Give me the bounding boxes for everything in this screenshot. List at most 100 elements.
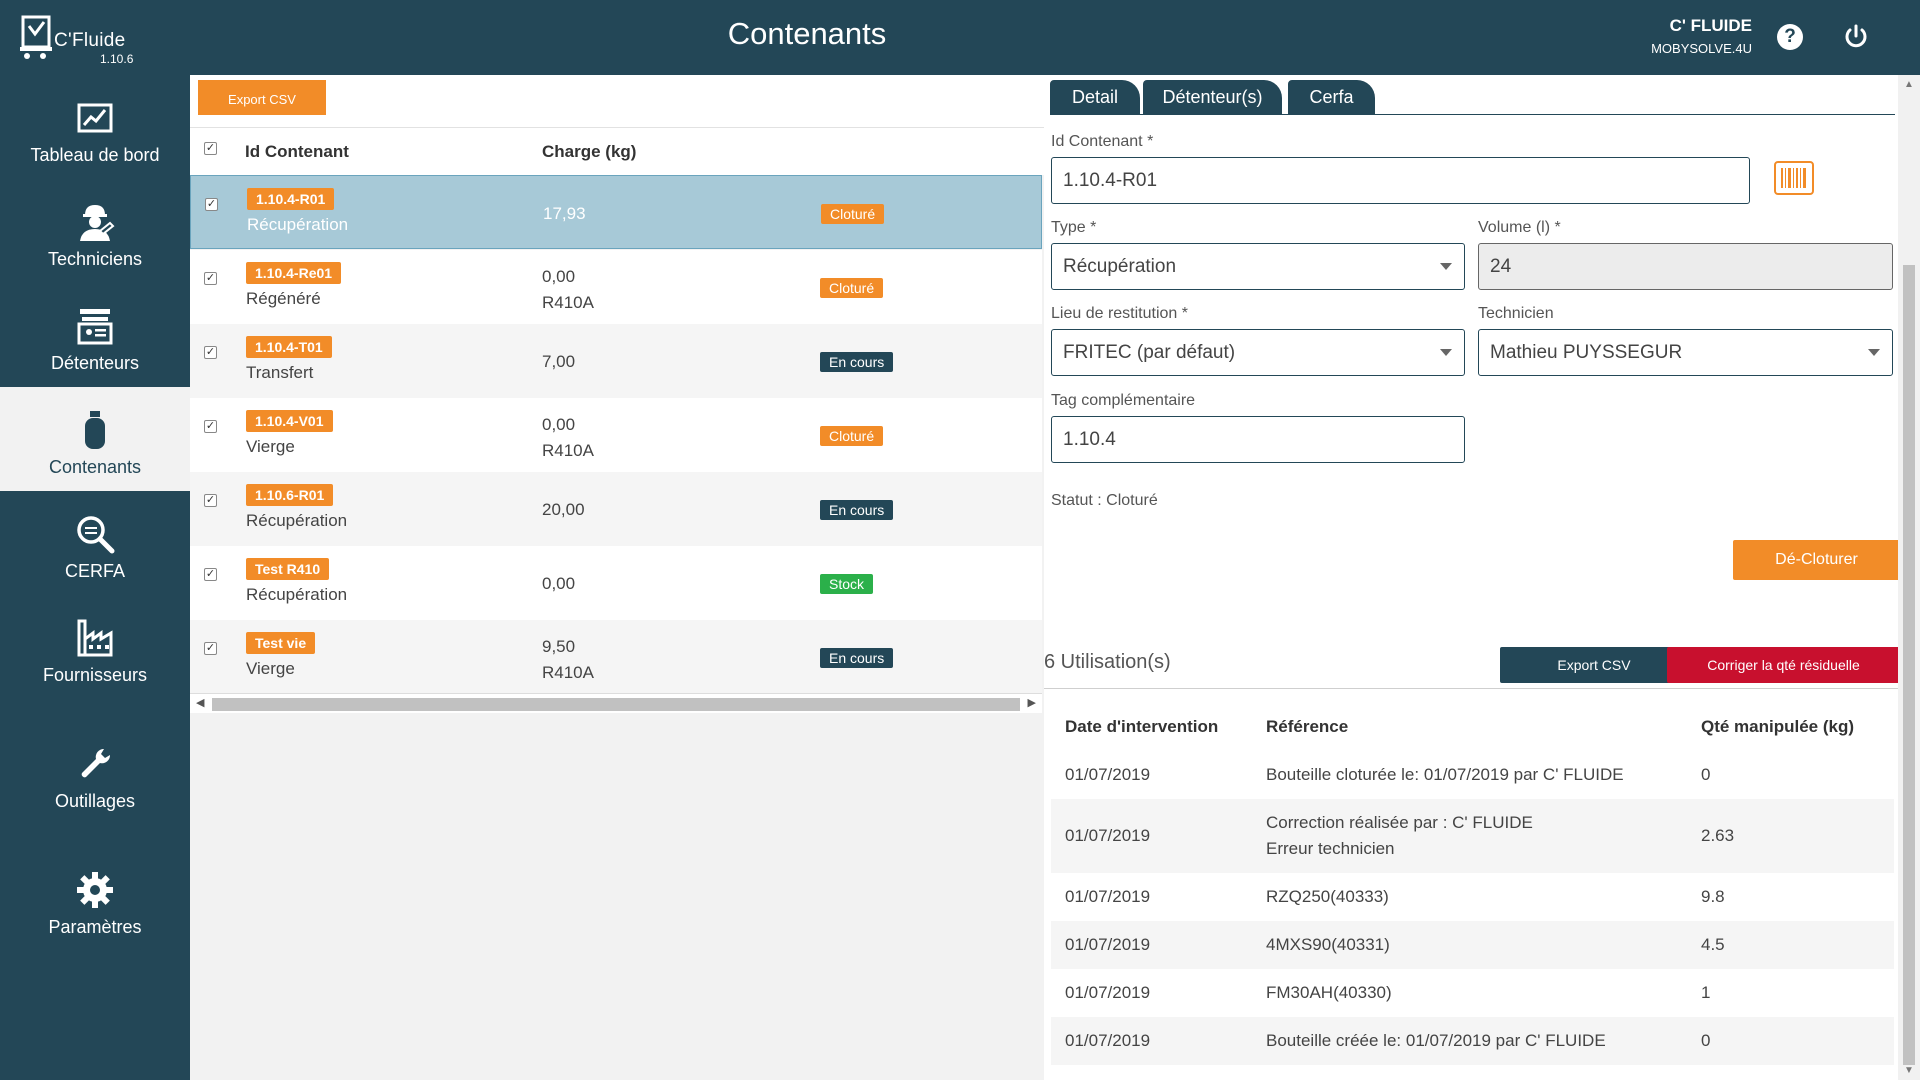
scrollbar-thumb[interactable] [212, 698, 1020, 711]
table-row[interactable]: ✓ Test vie Vierge 9,50 R410A En cours [190, 620, 1042, 694]
reference-line: Erreur technicien [1266, 839, 1395, 858]
statut-text: Statut : Cloturé [1051, 492, 1158, 509]
status-badge: En cours [820, 648, 894, 668]
row-checkbox[interactable]: ✓ [204, 420, 217, 433]
tab-cerfa[interactable]: Cerfa [1288, 80, 1375, 115]
contenant-charge: 17,93 [543, 204, 586, 223]
technician-icon [80, 205, 115, 241]
status-badge: Cloturé [821, 204, 885, 224]
contenant-type: Vierge [246, 437, 295, 456]
table-row[interactable]: 01/07/2019 Bouteille créée le: 01/07/201… [1051, 1017, 1894, 1065]
table-row[interactable]: ✓ 1.10.4-V01 Vierge 0,00 R410A Cloturé [190, 398, 1042, 472]
sidebar-item-detenteurs[interactable]: Détenteurs [0, 283, 190, 387]
table-row[interactable]: 01/07/2019 RZQ250(40333) 9.8 [1051, 873, 1894, 921]
sidebar-item-parametres[interactable]: Paramètres [0, 847, 190, 951]
sidebar-item-contenants[interactable]: Contenants [0, 387, 190, 491]
horizontal-scrollbar[interactable]: ◀ ▶ [190, 693, 1042, 713]
scroll-left-icon[interactable]: ◀ [196, 696, 204, 709]
column-header-id[interactable]: Id Contenant [245, 142, 349, 162]
utilisation-reference: Bouteille créée le: 01/07/2019 par C' FL… [1266, 1031, 1606, 1050]
scrollbar-thumb[interactable] [1903, 265, 1915, 1065]
id-contenant-input[interactable]: 1.10.4-R01 [1051, 157, 1750, 204]
scroll-up-icon[interactable]: ▲ [1904, 79, 1914, 90]
power-icon[interactable] [1842, 23, 1870, 51]
type-select[interactable]: Récupération [1051, 243, 1465, 290]
sidebar-item-tableau-de-bord[interactable]: Tableau de bord [0, 75, 190, 179]
list-header: ✓ Id Contenant Charge (kg) [190, 127, 1044, 175]
sidebar-item-label: Contenants [48, 457, 142, 477]
charge-value: 0,00 [542, 415, 576, 434]
status-badge: En cours [820, 500, 894, 520]
app-header: C'Fluide 1.10.6 Contenants C' FLUIDE MOB… [0, 0, 1920, 75]
barcode-glyph [1781, 168, 1806, 188]
volume-label: Volume (l) * [1478, 219, 1561, 236]
technicien-select[interactable]: Mathieu PUYSSEGUR [1478, 329, 1893, 376]
contenant-id-badge: 1.10.4-Re01 [246, 262, 342, 284]
table-row[interactable]: ✓ 1.10.6-R01 Récupération 20,00 En cours [190, 472, 1042, 546]
utilisations-export-csv-button[interactable]: Export CSV [1500, 647, 1688, 683]
table-row[interactable]: 01/07/2019 4MXS90(40331) 4.5 [1051, 921, 1894, 969]
chart-icon [77, 103, 113, 133]
sidebar-item-label: Techniciens [47, 249, 143, 269]
tab-detenteurs[interactable]: Détenteur(s) [1143, 80, 1282, 115]
contenant-charge: 7,00 [542, 352, 576, 371]
lieu-restitution-select[interactable]: FRITEC (par défaut) [1051, 329, 1465, 376]
contenant-id-badge: 1.10.4-V01 [246, 410, 333, 432]
charge-value: 9,50 [542, 637, 576, 656]
corriger-qte-button[interactable]: Corriger la qté résiduelle [1667, 647, 1900, 683]
sidebar-item-cerfa[interactable]: CERFA [0, 491, 190, 595]
logo-cart-icon [20, 15, 52, 59]
utilisation-reference: Bouteille cloturée le: 01/07/2019 par C'… [1266, 765, 1624, 784]
row-checkbox[interactable]: ✓ [204, 568, 217, 581]
table-row[interactable]: 01/07/2019 FM30AH(40330) 1 [1051, 969, 1894, 1017]
export-csv-button[interactable]: Export CSV [198, 80, 326, 115]
scroll-right-icon[interactable]: ▶ [1028, 696, 1036, 709]
utilisation-date: 01/07/2019 [1065, 887, 1151, 906]
utilisation-qte: 0 [1701, 765, 1711, 784]
table-row[interactable]: 01/07/2019 Correction réalisée par : C' … [1051, 799, 1894, 873]
utilisation-date: 01/07/2019 [1065, 765, 1151, 784]
barcode-icon[interactable] [1774, 161, 1814, 195]
contenant-id-badge: 1.10.4-T01 [246, 336, 332, 358]
tab-detail[interactable]: Detail [1050, 80, 1140, 115]
lieu-restitution-label: Lieu de restitution * [1051, 305, 1188, 322]
sidebar-item-fournisseurs[interactable]: Fournisseurs [0, 595, 190, 699]
sidebar-item-label: Détenteurs [50, 353, 140, 373]
table-row[interactable]: 01/07/2019 Bouteille cloturée le: 01/07/… [1051, 751, 1894, 799]
vertical-scrollbar[interactable]: ▲ ▼ [1898, 75, 1920, 1080]
contenant-type: Transfert [246, 363, 314, 382]
column-header-reference[interactable]: Référence [1266, 714, 1348, 740]
table-row[interactable]: ✓ 1.10.4-Re01 Régénéré 0,00 R410A Cloturé [190, 250, 1042, 324]
status-badge: Cloturé [820, 426, 884, 446]
scroll-down-icon[interactable]: ▼ [1904, 1065, 1914, 1076]
reference-line: Correction réalisée par : C' FLUIDE [1266, 813, 1533, 832]
tag-label: Tag complémentaire [1051, 392, 1196, 409]
row-checkbox[interactable]: ✓ [204, 346, 217, 359]
contenant-charge: 9,50 R410A [542, 634, 594, 686]
help-icon[interactable]: ? [1777, 24, 1803, 50]
table-row[interactable]: ✓ 1.10.4-T01 Transfert 7,00 En cours [190, 324, 1042, 398]
id-contenant-label: Id Contenant * [1051, 133, 1154, 150]
tag-input[interactable]: 1.10.4 [1051, 416, 1465, 463]
column-header-charge[interactable]: Charge (kg) [542, 142, 636, 162]
row-checkbox[interactable]: ✓ [205, 198, 218, 211]
type-select-value: Récupération [1063, 256, 1177, 277]
logo-name: C'Fluide [54, 30, 126, 51]
table-row[interactable]: ✓ 1.10.4-R01 Récupération 17,93 Cloturé [190, 175, 1042, 249]
row-checkbox[interactable]: ✓ [204, 494, 217, 507]
table-row[interactable]: ✓ Test R410 Récupération 0,00 Stock [190, 546, 1042, 620]
select-all-checkbox[interactable]: ✓ [204, 142, 217, 155]
sidebar-item-label: Fournisseurs [42, 665, 148, 685]
app-logo[interactable]: C'Fluide 1.10.6 [20, 14, 145, 66]
contenant-type: Vierge [246, 659, 295, 678]
column-header-date[interactable]: Date d'intervention [1065, 714, 1218, 740]
utilisation-reference: FM30AH(40330) [1266, 983, 1392, 1002]
list-toolbar: Export CSV [190, 75, 1044, 127]
sidebar-item-outillages[interactable]: Outillages [0, 721, 190, 825]
row-checkbox[interactable]: ✓ [204, 642, 217, 655]
row-checkbox[interactable]: ✓ [204, 272, 217, 285]
column-header-qte[interactable]: Qté manipulée (kg) [1701, 714, 1854, 740]
decloturer-button[interactable]: Dé-Cloturer [1733, 540, 1900, 580]
sidebar-item-techniciens[interactable]: Techniciens [0, 179, 190, 283]
utilisation-qte: 2.63 [1701, 826, 1735, 845]
